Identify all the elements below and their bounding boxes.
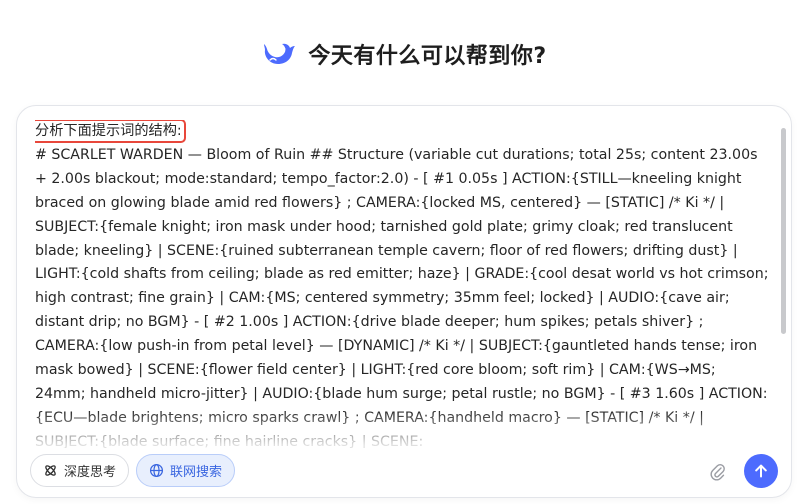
chat-home-page: 今天有什么可以帮到你? 分析下面提示词的结构: # SCARLET WARDEN…	[0, 0, 809, 504]
deep-think-toggle[interactable]: 深度思考	[30, 454, 130, 487]
textarea-scrollbar[interactable]	[781, 128, 786, 334]
paperclip-icon	[710, 464, 725, 481]
whale-logo-icon	[264, 43, 296, 64]
deep-think-icon	[45, 465, 56, 476]
send-button[interactable]	[744, 454, 778, 488]
chat-input-card: 分析下面提示词的结构: # SCARLET WARDEN — Bloom of …	[16, 105, 792, 498]
highlighted-prompt-line: 分析下面提示词的结构:	[35, 120, 186, 143]
prompt-body-text: # SCARLET WARDEN — Bloom of Ruin ## Stru…	[35, 146, 769, 448]
web-search-toggle[interactable]: 联网搜索	[136, 454, 236, 487]
web-search-label: 联网搜索	[170, 465, 223, 480]
attach-file-button[interactable]	[707, 461, 729, 483]
deep-think-label: 深度思考	[64, 465, 117, 480]
arrow-up-icon	[755, 464, 767, 478]
welcome-heading: 今天有什么可以帮到你?	[0, 38, 809, 70]
page-title: 今天有什么可以帮到你?	[308, 44, 547, 69]
globe-icon	[149, 463, 164, 478]
prompt-textarea[interactable]: 分析下面提示词的结构: # SCARLET WARDEN — Bloom of …	[35, 120, 770, 448]
